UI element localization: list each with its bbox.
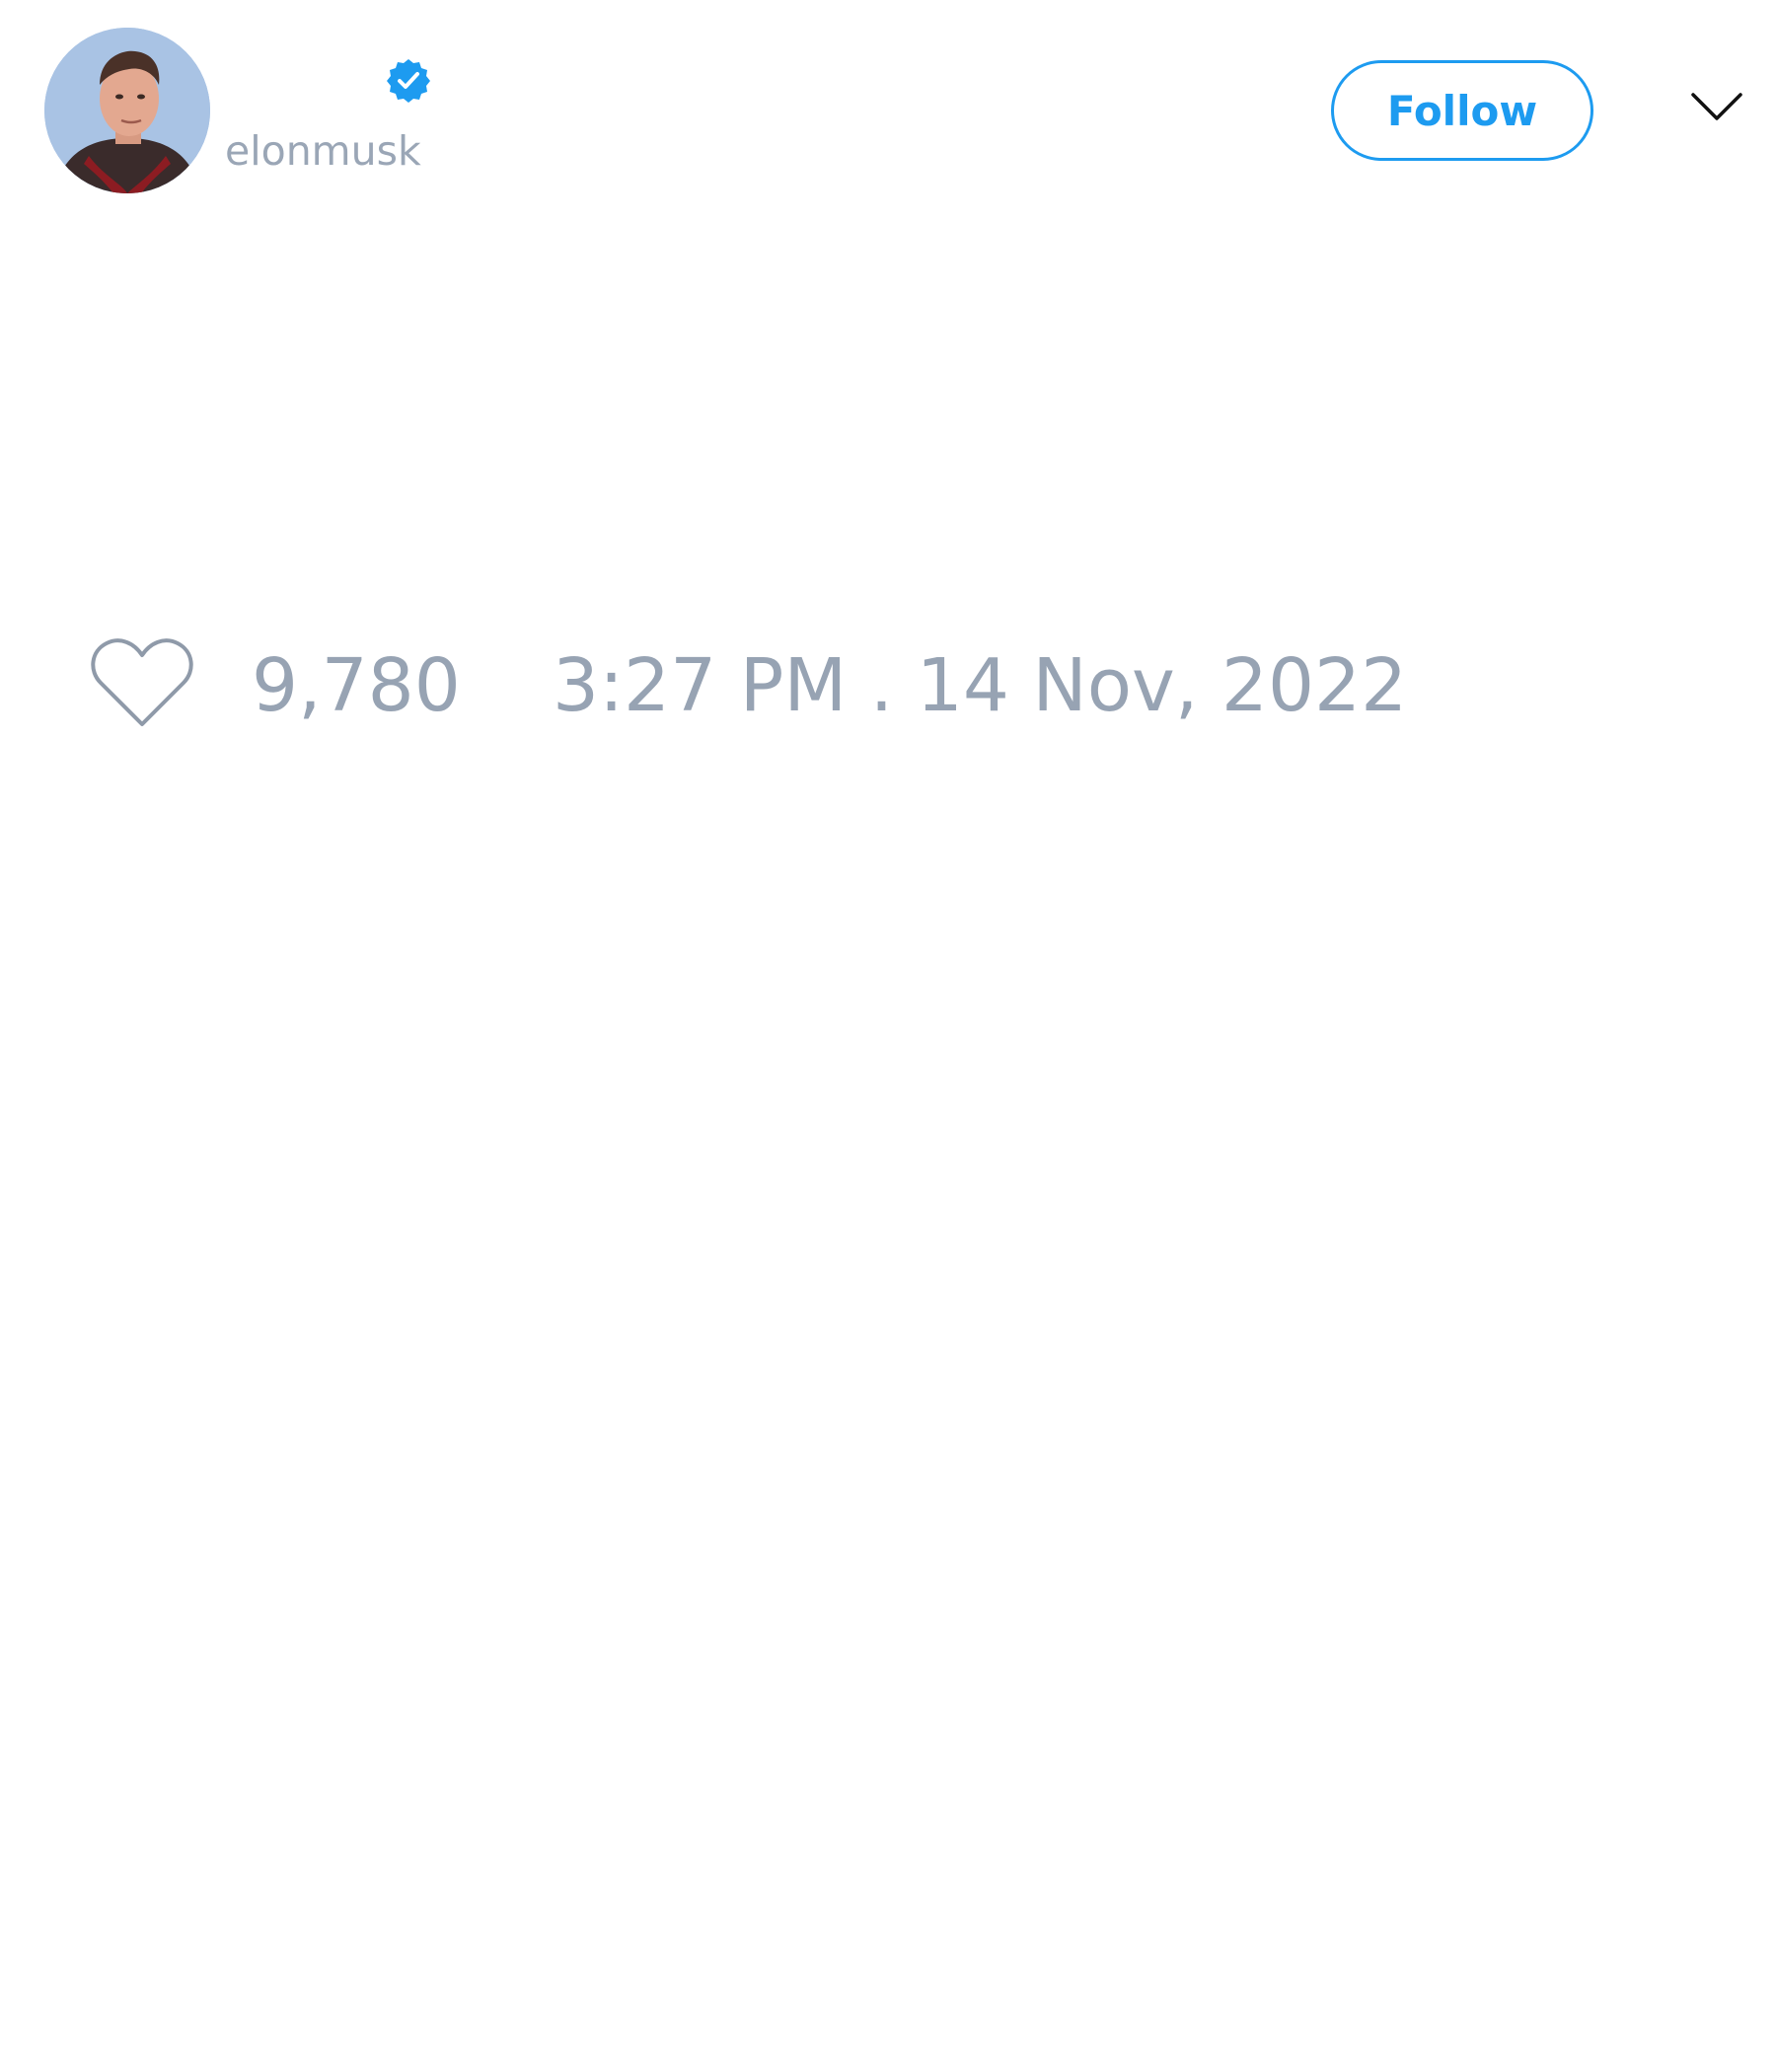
tweet-header: elonmusk Follow (0, 0, 1776, 227)
author-handle[interactable]: elonmusk (225, 126, 421, 176)
avatar[interactable] (44, 28, 210, 193)
verified-badge-icon (387, 59, 430, 103)
like-count: 9,780 (252, 643, 461, 728)
profile-photo-icon (44, 28, 210, 193)
follow-button[interactable]: Follow (1331, 60, 1593, 161)
heart-icon[interactable] (89, 635, 195, 730)
tweet-timestamp[interactable]: 3:27 PM . 14 Nov, 2022 (553, 641, 1407, 730)
chevron-down-icon[interactable] (1687, 89, 1746, 128)
tweet-card: elonmusk Follow 9,780 3:27 PM . 14 Nov, … (0, 0, 1776, 2072)
tweet-stats: 9,780 3:27 PM . 14 Nov, 2022 (0, 622, 1776, 740)
